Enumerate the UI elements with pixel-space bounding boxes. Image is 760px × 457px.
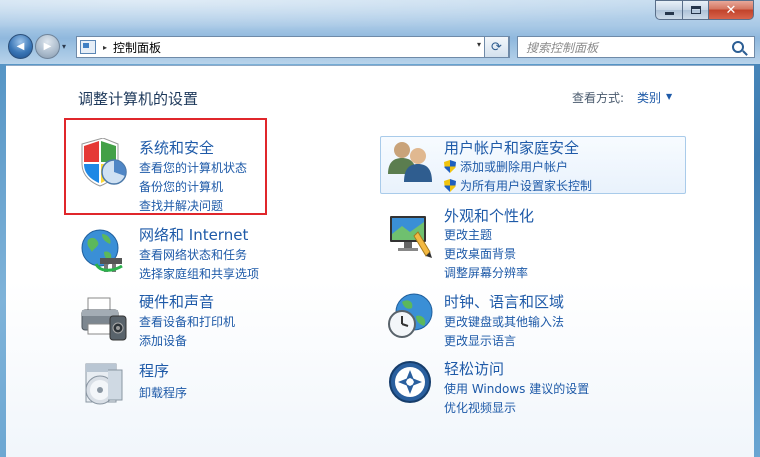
view-by-dropdown[interactable]: 类别 bbox=[637, 89, 661, 106]
uac-shield-icon bbox=[444, 160, 456, 173]
minimize-icon bbox=[664, 11, 674, 15]
view-network-status-link[interactable]: 查看网络状态和任务 bbox=[139, 246, 247, 263]
view-by-arrow-icon[interactable]: ▼ bbox=[666, 92, 672, 101]
change-theme-link[interactable]: 更改主题 bbox=[444, 226, 492, 243]
minimize-button[interactable] bbox=[655, 0, 682, 20]
window-controls: ✕ bbox=[655, 0, 754, 20]
parental-controls-label: 为所有用户设置家长控制 bbox=[460, 179, 593, 193]
parental-controls-link[interactable]: 为所有用户设置家长控制 bbox=[444, 177, 592, 194]
system-security-title[interactable]: 系统和安全 bbox=[139, 137, 214, 158]
back-button[interactable]: ◀ bbox=[8, 34, 33, 59]
programs-icon[interactable] bbox=[78, 360, 128, 410]
clock-language-region-title[interactable]: 时钟、语言和区域 bbox=[444, 291, 564, 312]
close-button[interactable]: ✕ bbox=[708, 0, 754, 20]
uninstall-program-link[interactable]: 卸载程序 bbox=[139, 384, 187, 401]
appearance-title[interactable]: 外观和个性化 bbox=[444, 205, 534, 226]
maximize-icon bbox=[690, 6, 701, 14]
recent-pages-dropdown[interactable]: ▾ bbox=[62, 42, 72, 51]
homegroup-sharing-link[interactable]: 选择家庭组和共享选项 bbox=[139, 265, 259, 282]
search-input[interactable]: 搜索控制面板 bbox=[526, 39, 732, 56]
view-by-label: 查看方式: bbox=[572, 91, 625, 105]
appearance-icon[interactable] bbox=[386, 212, 436, 262]
add-remove-accounts-link[interactable]: 添加或删除用户帐户 bbox=[444, 158, 568, 175]
forward-button[interactable]: ▶ bbox=[35, 34, 60, 59]
window-chrome: ✕ ◀ ▶ ▾ ▸ 控制面板 ▾ ⟳ 搜索控制面板 bbox=[0, 0, 760, 64]
page-title: 调整计算机的设置 bbox=[78, 90, 199, 108]
troubleshoot-link[interactable]: 查找并解决问题 bbox=[139, 197, 223, 214]
forward-arrow-icon: ▶ bbox=[43, 41, 52, 52]
chevron-down-icon: ▾ bbox=[62, 42, 67, 51]
address-bar[interactable]: ▸ 控制面板 ▾ ⟳ bbox=[76, 36, 510, 58]
breadcrumb-separator-icon[interactable]: ▸ bbox=[103, 43, 107, 52]
change-input-method-link[interactable]: 更改键盘或其他输入法 bbox=[444, 313, 564, 330]
users-icon[interactable] bbox=[386, 138, 436, 188]
network-internet-title[interactable]: 网络和 Internet bbox=[139, 224, 248, 245]
devices-printers-link[interactable]: 查看设备和打印机 bbox=[139, 313, 235, 330]
printer-icon[interactable] bbox=[78, 294, 128, 344]
optimize-display-link[interactable]: 优化视频显示 bbox=[444, 399, 516, 416]
ease-of-access-title[interactable]: 轻松访问 bbox=[444, 358, 504, 379]
breadcrumb-control-panel[interactable]: 控制面板 bbox=[113, 39, 161, 56]
uac-shield-icon bbox=[444, 179, 456, 192]
change-desktop-background-link[interactable]: 更改桌面背景 bbox=[444, 245, 516, 262]
refresh-button[interactable]: ⟳ bbox=[484, 36, 509, 58]
adjust-resolution-link[interactable]: 调整屏幕分辨率 bbox=[444, 264, 528, 281]
ease-of-access-icon[interactable] bbox=[386, 358, 436, 408]
back-arrow-icon: ◀ bbox=[16, 41, 25, 52]
address-dropdown-icon[interactable]: ▾ bbox=[477, 40, 481, 49]
hardware-sound-title[interactable]: 硬件和声音 bbox=[139, 291, 214, 312]
network-globe-icon[interactable] bbox=[78, 226, 128, 276]
add-device-link[interactable]: 添加设备 bbox=[139, 332, 187, 349]
refresh-icon: ⟳ bbox=[491, 39, 502, 55]
user-accounts-title[interactable]: 用户帐户和家庭安全 bbox=[444, 137, 579, 158]
search-box[interactable]: 搜索控制面板 bbox=[517, 36, 755, 58]
close-icon: ✕ bbox=[725, 2, 737, 18]
search-icon[interactable] bbox=[732, 41, 744, 53]
programs-title[interactable]: 程序 bbox=[139, 360, 169, 381]
shield-icon[interactable] bbox=[78, 138, 128, 188]
view-computer-status-link[interactable]: 查看您的计算机状态 bbox=[139, 159, 247, 176]
content-pane: 调整计算机的设置 查看方式: 类别 ▼ 系统和安全 查看您的计算机状态 备份您的… bbox=[6, 65, 754, 457]
control-panel-icon bbox=[80, 40, 96, 54]
navigation-buttons: ◀ ▶ ▾ bbox=[8, 34, 72, 59]
recommended-settings-link[interactable]: 使用 Windows 建议的设置 bbox=[444, 380, 589, 397]
change-display-language-link[interactable]: 更改显示语言 bbox=[444, 332, 516, 349]
add-remove-accounts-label: 添加或删除用户帐户 bbox=[460, 160, 569, 174]
backup-computer-link[interactable]: 备份您的计算机 bbox=[139, 178, 223, 195]
clock-globe-icon[interactable] bbox=[386, 292, 436, 342]
maximize-button[interactable] bbox=[682, 0, 708, 20]
